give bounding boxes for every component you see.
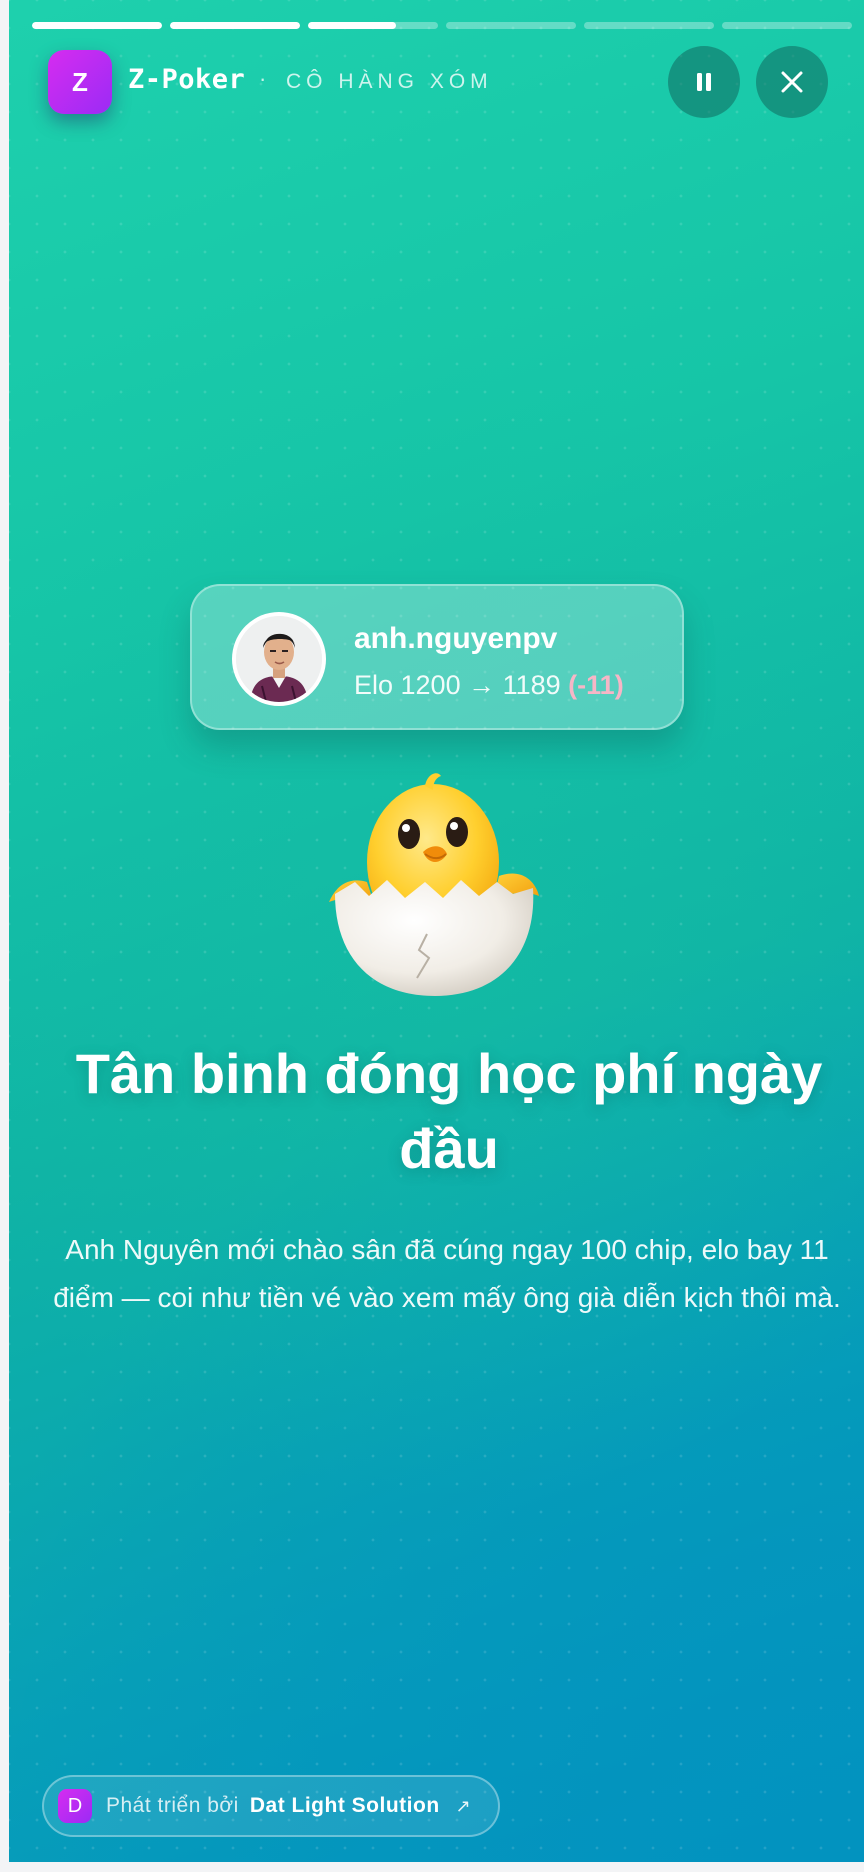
progress-segment-1 bbox=[32, 22, 162, 29]
story-title: Tân binh đóng học phí ngày đầu bbox=[75, 1042, 823, 1180]
player-username: anh.nguyenpv bbox=[354, 622, 558, 655]
story-description: Anh Nguyên mới chào sân đã cúng ngay 100… bbox=[53, 1234, 841, 1313]
user-photo-icon bbox=[236, 616, 322, 702]
progress-segment-fill bbox=[170, 22, 300, 29]
progress-segment-6 bbox=[722, 22, 852, 29]
hatching-chick-icon bbox=[329, 773, 539, 996]
close-icon bbox=[781, 71, 803, 93]
progress-segment-5 bbox=[584, 22, 714, 29]
brand-logo: Z bbox=[48, 50, 112, 114]
progress-segment-4 bbox=[446, 22, 576, 29]
story-screen: Z Z-Poker · CÔ HÀNG XÓM anh.nguyenpv Elo… bbox=[9, 0, 864, 1862]
developer-logo: D bbox=[58, 1789, 92, 1823]
player-card: anh.nguyenpv Elo 1200 → 1189 (-11) bbox=[190, 584, 684, 730]
elo-delta: (-11) bbox=[568, 670, 624, 700]
progress-segment-3 bbox=[308, 22, 438, 29]
story-category: CÔ HÀNG XÓM bbox=[286, 70, 493, 93]
pause-button[interactable] bbox=[668, 46, 740, 118]
credit-prefix: Phát triển bởi bbox=[106, 1794, 239, 1817]
developer-credit-link[interactable]: D Phát triển bởi Dat Light Solution ↗ bbox=[42, 1775, 500, 1837]
elo-values: Elo 1200 → 1189 bbox=[354, 670, 561, 700]
progress-segment-2 bbox=[170, 22, 300, 29]
story-progress-bar bbox=[32, 22, 852, 29]
developer-name: Dat Light Solution bbox=[249, 1794, 440, 1817]
brand-name: Z-Poker bbox=[128, 64, 246, 95]
brand-separator: · bbox=[259, 66, 267, 91]
pause-icon bbox=[697, 73, 711, 91]
avatar bbox=[232, 612, 326, 706]
progress-segment-fill bbox=[32, 22, 162, 29]
progress-segment-fill bbox=[308, 22, 397, 29]
external-link-icon: ↗ bbox=[455, 1795, 471, 1816]
elo-change: Elo 1200 → 1189 (-11) bbox=[354, 670, 624, 701]
close-button[interactable] bbox=[756, 46, 828, 118]
